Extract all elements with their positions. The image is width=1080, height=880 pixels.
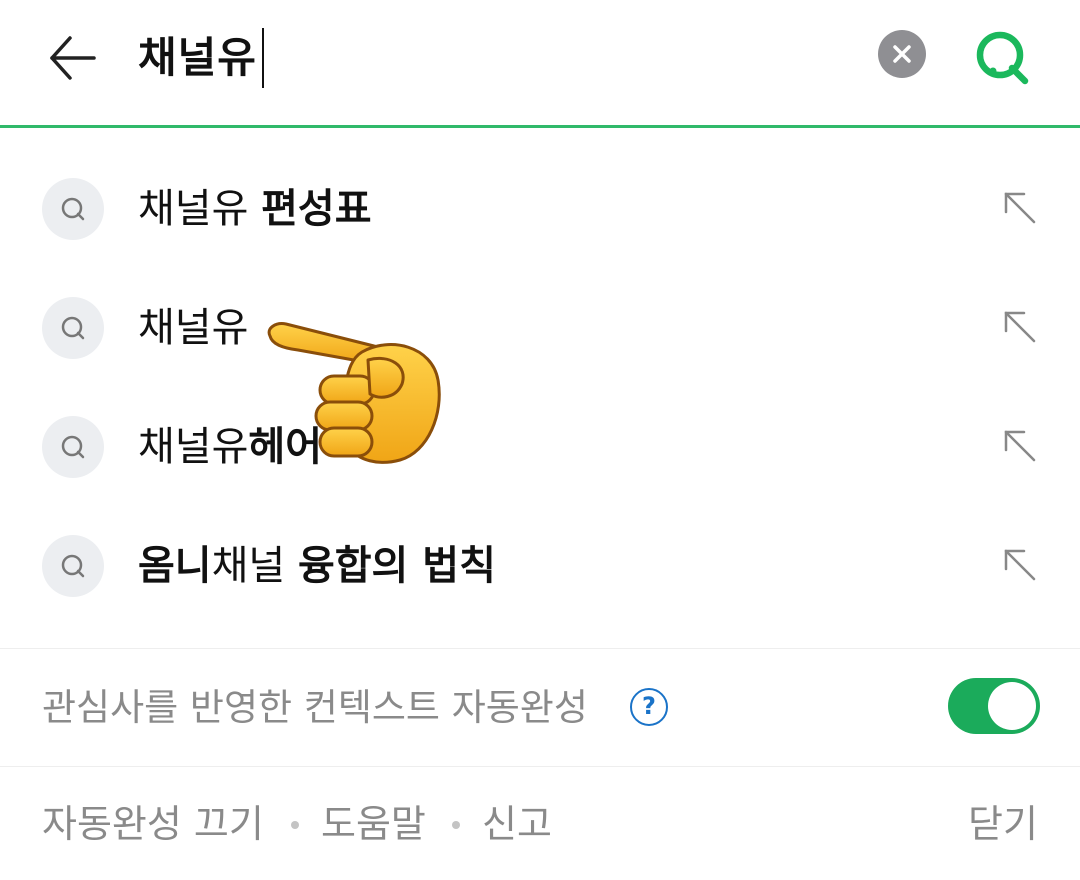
separator-dot [291, 821, 299, 829]
search-icon [61, 197, 85, 221]
suggestion-item[interactable]: 채널유헤어 [0, 386, 1080, 505]
search-button[interactable] [968, 22, 1038, 92]
insert-query-button[interactable] [1000, 188, 1040, 228]
toggle-knob [988, 682, 1036, 730]
close-link[interactable]: 닫기 [968, 794, 1038, 854]
divider [0, 648, 1080, 649]
separator-dot [452, 821, 460, 829]
suggestion-list: 채널유 편성표 채널유 채널유헤어 옴니채널 융합의 법칙 [0, 148, 1080, 624]
suggestion-search-icon [42, 297, 104, 359]
suggestion-search-icon [42, 416, 104, 478]
suggestion-text: 채널유 편성표 [138, 178, 372, 240]
insert-query-button[interactable] [1000, 426, 1040, 466]
insert-query-button[interactable] [1000, 545, 1040, 585]
divider [0, 766, 1080, 767]
suggestion-text-normal: 채널유 [138, 424, 249, 470]
help-link[interactable]: 도움말 [321, 794, 426, 854]
suggestion-text: 채널유 [138, 297, 248, 359]
pointing-hand-icon [262, 314, 452, 474]
clear-x-icon [893, 45, 911, 63]
suggestion-text-normal: 채널 [211, 543, 298, 589]
suggestion-item[interactable]: 채널유 [0, 267, 1080, 386]
suggestion-text-normal: 채널유 [138, 305, 249, 351]
context-autocomplete-toggle[interactable] [948, 678, 1040, 734]
footer: 자동완성 끄기 도움말 신고 닫기 [0, 770, 1080, 880]
report-link[interactable]: 신고 [482, 794, 552, 854]
arrow-up-left-icon [1004, 549, 1036, 581]
text-caret [262, 28, 264, 88]
back-button[interactable] [40, 26, 104, 90]
search-icon [976, 31, 1029, 85]
context-autocomplete-row: 관심사를 반영한 컨텍스트 자동완성 ? [0, 650, 1080, 766]
suggestion-text-bold: 융합의 법칙 [297, 543, 496, 589]
search-header: 채널유 [0, 0, 1080, 128]
suggestion-search-icon [42, 535, 104, 597]
search-icon [61, 554, 85, 578]
search-icon [61, 435, 85, 459]
suggestion-text-normal: 채널유 [138, 186, 262, 232]
autocomplete-off-link[interactable]: 자동완성 끄기 [42, 794, 264, 854]
arrow-up-left-icon [1004, 311, 1036, 343]
arrow-up-left-icon [1004, 430, 1036, 462]
suggestion-text-bold: 옴니 [138, 543, 212, 589]
arrow-left-icon [50, 36, 96, 80]
autocomplete-screen: 채널유 채널유 편성표 채널유 채널유헤어 옴니채널 융합의 법칙 관심사를 반… [0, 0, 1080, 880]
suggestion-item[interactable]: 채널유 편성표 [0, 148, 1080, 267]
arrow-up-left-icon [1004, 192, 1036, 224]
suggestion-item[interactable]: 옴니채널 융합의 법칙 [0, 505, 1080, 624]
help-question-icon[interactable]: ? [630, 688, 668, 726]
insert-query-button[interactable] [1000, 307, 1040, 347]
suggestion-search-icon [42, 178, 104, 240]
suggestion-text: 옴니채널 융합의 법칙 [138, 535, 496, 597]
search-input[interactable]: 채널유 [138, 28, 257, 88]
clear-button[interactable] [878, 30, 926, 78]
search-icon [61, 316, 85, 340]
suggestion-text-bold: 편성표 [261, 186, 372, 232]
context-autocomplete-label: 관심사를 반영한 컨텍스트 자동완성 [42, 686, 588, 729]
